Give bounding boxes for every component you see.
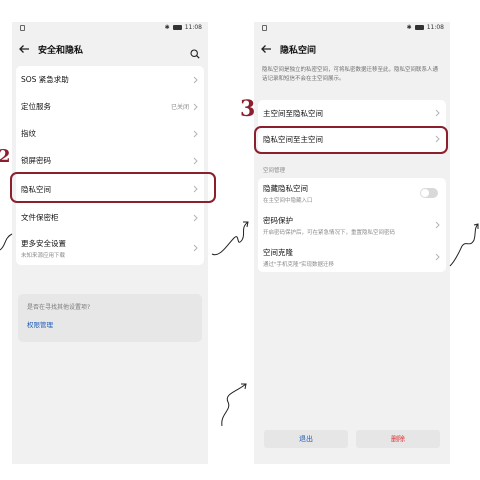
delete-button[interactable]: 删除: [356, 430, 440, 448]
chevron-right-icon: [435, 221, 440, 229]
bluetooth-icon: ✱: [164, 24, 170, 31]
permission-management-link[interactable]: 权限管理: [27, 319, 193, 329]
chevron-right-icon: [435, 109, 440, 117]
highlight-private-to-main: [254, 126, 448, 154]
battery-icon: [414, 25, 424, 30]
chevron-right-icon: [193, 244, 198, 252]
step-2-number: 2: [0, 146, 11, 167]
chevron-right-icon: [193, 157, 198, 164]
more-security-subtitle: 未知来源应用下载: [21, 252, 66, 259]
battery-icon: [172, 25, 182, 30]
private-space-description: 隐私空间是独立的私密空间，可将私密数据迁移至此，隐私空间联系人通话记录和短信不会…: [262, 67, 439, 82]
bluetooth-icon: ✱: [406, 24, 412, 31]
sim-icon: [20, 25, 25, 31]
chevron-right-icon: [193, 214, 198, 221]
status-time: 11:08: [184, 24, 202, 31]
hand-drawn-arrow-icon: [449, 223, 479, 267]
space-management-label: 空间管理: [263, 168, 286, 174]
location-status: 已关闭: [170, 104, 189, 111]
status-bar: ✱ 11:08: [254, 22, 450, 36]
status-time: 11:08: [426, 24, 444, 31]
space-clone-item[interactable]: 空间克隆 通过"手机克隆"实现数据迁移: [258, 242, 446, 272]
main-to-private-item[interactable]: 主空间至隐私空间: [258, 100, 446, 126]
status-bar: ✱ 11:08: [12, 22, 208, 36]
step-3-number: 3: [240, 96, 256, 122]
password-protection-item[interactable]: 密码保护 开启密码保护后，可在紧急情况下，重置隐私空间密码: [258, 208, 446, 242]
chevron-right-icon: [193, 103, 198, 110]
search-icon[interactable]: [190, 44, 200, 59]
page-title: 隐私空间: [280, 45, 317, 56]
hand-drawn-arrow-icon: [0, 233, 13, 251]
settings-list: SOS 紧急求助 定位服务 已关闭 指纹 锁屏密码 隐私空间 文件保密柜 更多安…: [16, 66, 204, 265]
settings-item-lock-password[interactable]: 锁屏密码: [16, 147, 204, 174]
settings-item-location[interactable]: 定位服务 已关闭: [16, 93, 204, 120]
chevron-right-icon: [193, 76, 198, 83]
hand-drawn-arrow-icon: [221, 383, 247, 427]
settings-item-sos[interactable]: SOS 紧急求助: [16, 66, 204, 93]
help-card: 是否在寻找其他设置项? 权限管理: [18, 294, 202, 342]
back-arrow-icon[interactable]: [260, 43, 272, 55]
settings-item-file-safe[interactable]: 文件保密柜: [16, 204, 204, 231]
help-question: 是否在寻找其他设置项?: [27, 304, 91, 311]
chevron-right-icon: [193, 130, 198, 137]
page-title: 安全和隐私: [38, 45, 84, 56]
hand-drawn-arrow-icon: [211, 221, 249, 256]
highlight-private-space: [10, 172, 216, 203]
back-arrow-icon[interactable]: [18, 43, 30, 55]
hide-private-space-toggle[interactable]: [420, 188, 438, 198]
space-management-list: 隐藏隐私空间 在主空间中隐藏入口 密码保护 开启密码保护后，可在紧急情况下，重置…: [258, 178, 446, 272]
settings-item-fingerprint[interactable]: 指纹: [16, 120, 204, 147]
exit-button[interactable]: 退出: [264, 430, 348, 448]
right-phone-screen: ✱ 11:08 隐私空间 隐私空间是独立的私密空间，可将私密数据迁移至此，隐私空…: [254, 22, 450, 464]
left-phone-screen: ✱ 11:08 安全和隐私 SOS 紧急求助 定位服务 已关闭 指纹 锁屏密码: [12, 22, 208, 464]
settings-item-more-security[interactable]: 更多安全设置 未知来源应用下载: [16, 231, 204, 265]
hide-private-space-item: 隐藏隐私空间 在主空间中隐藏入口: [258, 178, 446, 208]
chevron-right-icon: [435, 253, 440, 261]
sim-icon: [262, 25, 267, 31]
